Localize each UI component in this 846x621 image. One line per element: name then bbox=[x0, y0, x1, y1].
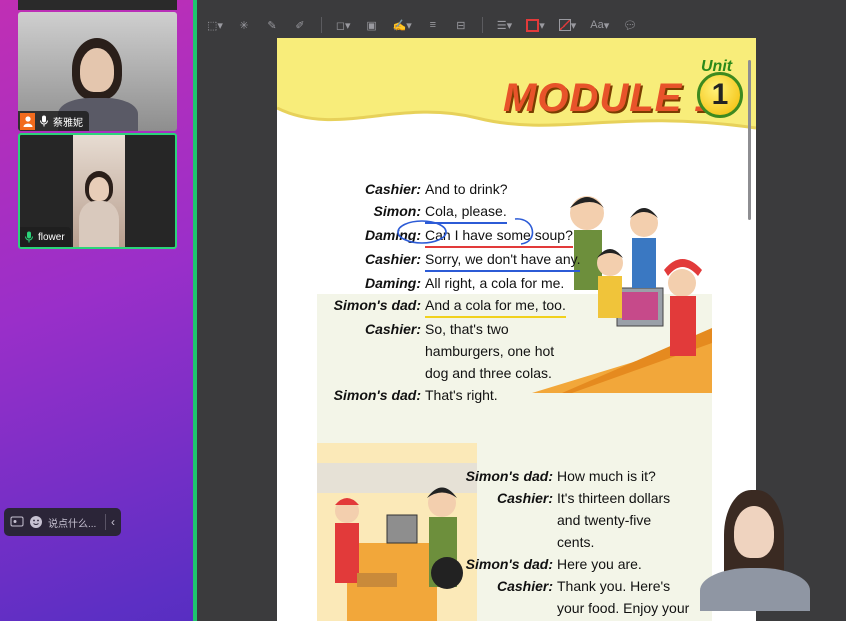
dialogue-1: Cashier: And to drink? Simon: Cola, please… bbox=[297, 178, 581, 406]
presenter-body bbox=[700, 568, 810, 611]
pen-annotation bbox=[397, 218, 534, 245]
align-icon[interactable]: ≡ bbox=[426, 16, 440, 34]
font-size-label: Aa bbox=[590, 19, 604, 31]
screen-share-icon[interactable] bbox=[10, 515, 24, 529]
chat-divider bbox=[105, 514, 106, 530]
dialogue-text: All right, a cola for me. bbox=[425, 275, 565, 291]
participant-1-name-tag: 蔡雅妮 bbox=[18, 111, 89, 131]
participant-2-name-tag: flower bbox=[20, 227, 71, 247]
participant-video-1[interactable]: 蔡雅妮 bbox=[18, 12, 177, 131]
dialogue-1-line: Cashier: So, that's two hamburgers, one h… bbox=[297, 318, 580, 384]
speaker-label: Simon's dad: bbox=[465, 468, 553, 484]
chat-bar[interactable]: 说点什么... ‹ bbox=[4, 508, 121, 536]
highlighter-icon[interactable]: ✐ bbox=[293, 16, 307, 34]
dialogue-2-line: Cashier: It's thirteen dollars and twenty… bbox=[277, 487, 692, 553]
participant-2-camera bbox=[73, 135, 125, 247]
participant-1-name: 蔡雅妮 bbox=[53, 117, 83, 129]
dialogue-text: How much is it? bbox=[557, 468, 656, 484]
module-title: MODULE 1 bbox=[503, 76, 718, 121]
border-color-icon[interactable]: ▾ bbox=[526, 16, 545, 34]
emoji-icon[interactable] bbox=[29, 515, 43, 529]
host-avatar-icon bbox=[20, 112, 35, 130]
dialogue-text: And a cola for me, too. bbox=[425, 294, 566, 318]
participant-video-2[interactable]: flower bbox=[18, 133, 177, 249]
dialogue-text: And to drink? bbox=[425, 181, 508, 197]
window-border-left bbox=[193, 0, 197, 621]
speaker-label: Cashier: bbox=[364, 321, 421, 337]
pen-icon[interactable]: ✎ bbox=[265, 16, 279, 34]
dialogue-1-line: Cashier: And to drink? bbox=[297, 178, 580, 200]
dialogue-text: Thank you. Here's your food. Enjoy your … bbox=[557, 578, 690, 616]
font-size-button[interactable]: Aa ▾ bbox=[590, 16, 609, 34]
frame-icon[interactable]: ⊟ bbox=[454, 16, 468, 34]
participants-panel: 蔡雅妮 flower 说点什么... ‹ bbox=[0, 0, 193, 621]
dialogue-2-line: Cashier: Thank you. Here's your food. Enj… bbox=[277, 575, 692, 621]
speaker-label: Cashier: bbox=[496, 578, 553, 594]
participants-top-strip bbox=[18, 0, 177, 10]
dialogue-2-line: Simon's dad: Here you are. bbox=[277, 553, 692, 575]
shape-tool-icon[interactable]: ◻▾ bbox=[336, 16, 351, 34]
dialogue-text: Here you are. bbox=[557, 556, 642, 572]
presenter-video[interactable] bbox=[690, 488, 818, 611]
dialogue-1-line: Simon's dad: And a cola for me, too. bbox=[297, 294, 580, 318]
line-weight-icon[interactable]: ☰▾ bbox=[497, 16, 512, 34]
dialogue-2: Simon's dad: How much is it? Cashier: It's… bbox=[277, 465, 692, 621]
speaker-label: Cashier: bbox=[496, 490, 553, 506]
dialogue-text: That's right. bbox=[425, 387, 498, 403]
presenter-face bbox=[734, 506, 774, 558]
chat-input[interactable]: 说点什么... bbox=[48, 515, 96, 530]
dialogue-2-line: Simon's dad: How much is it? bbox=[277, 465, 692, 487]
collapse-chevron-icon[interactable]: ‹ bbox=[111, 515, 115, 529]
text-box-icon[interactable]: ▣ bbox=[365, 16, 379, 34]
unit-number-badge: 1 bbox=[697, 72, 743, 118]
mic-icon bbox=[40, 115, 48, 127]
annotation-toolbar: ⬚▾ ✳ ✎ ✐ ◻▾ ▣ ✍▾ ≡ ⊟ ☰▾ ▾ ▾ Aa ▾ 💬︎ bbox=[193, 10, 846, 40]
speaker-label: Simon's dad: bbox=[333, 387, 421, 403]
speaker-label: Cashier: bbox=[364, 181, 421, 197]
dialogue-text: So, that's two hamburgers, one hot dog a… bbox=[425, 321, 555, 381]
speaker-label: Daming: bbox=[365, 275, 421, 291]
speaker-label: Simon's dad: bbox=[465, 556, 553, 572]
laser-pointer-icon[interactable]: ✳ bbox=[237, 16, 251, 34]
module-title-text: MODULE 1 bbox=[503, 76, 718, 120]
textbook-page[interactable]: MODULE 1 Unit 1 Cashier: And to drink? S… bbox=[277, 38, 756, 621]
unit-number: 1 bbox=[711, 78, 729, 111]
stamp-tool-icon[interactable]: ✍▾ bbox=[393, 16, 412, 34]
dialogue-text: It's thirteen dollars and twenty-five ce… bbox=[557, 490, 671, 550]
dialogue-1-line: Daming: All right, a cola for me. bbox=[297, 272, 580, 294]
toolbar-divider bbox=[481, 17, 483, 33]
toolbar-divider bbox=[320, 17, 322, 33]
participant-2-body bbox=[79, 201, 119, 247]
participant-2-name: flower bbox=[38, 231, 65, 243]
select-tool-icon[interactable]: ⬚▾ bbox=[207, 16, 223, 34]
participant-1-face bbox=[80, 48, 114, 92]
comment-icon[interactable]: 💬︎ bbox=[623, 16, 637, 34]
participant-2-face bbox=[89, 177, 109, 201]
speaker-label: Simon's dad: bbox=[333, 297, 421, 313]
mic-icon bbox=[25, 231, 33, 243]
fill-color-icon[interactable]: ▾ bbox=[558, 16, 576, 34]
dialogue-1-line: Simon's dad: That's right. bbox=[297, 384, 580, 406]
page-scrollbar[interactable] bbox=[748, 60, 751, 220]
